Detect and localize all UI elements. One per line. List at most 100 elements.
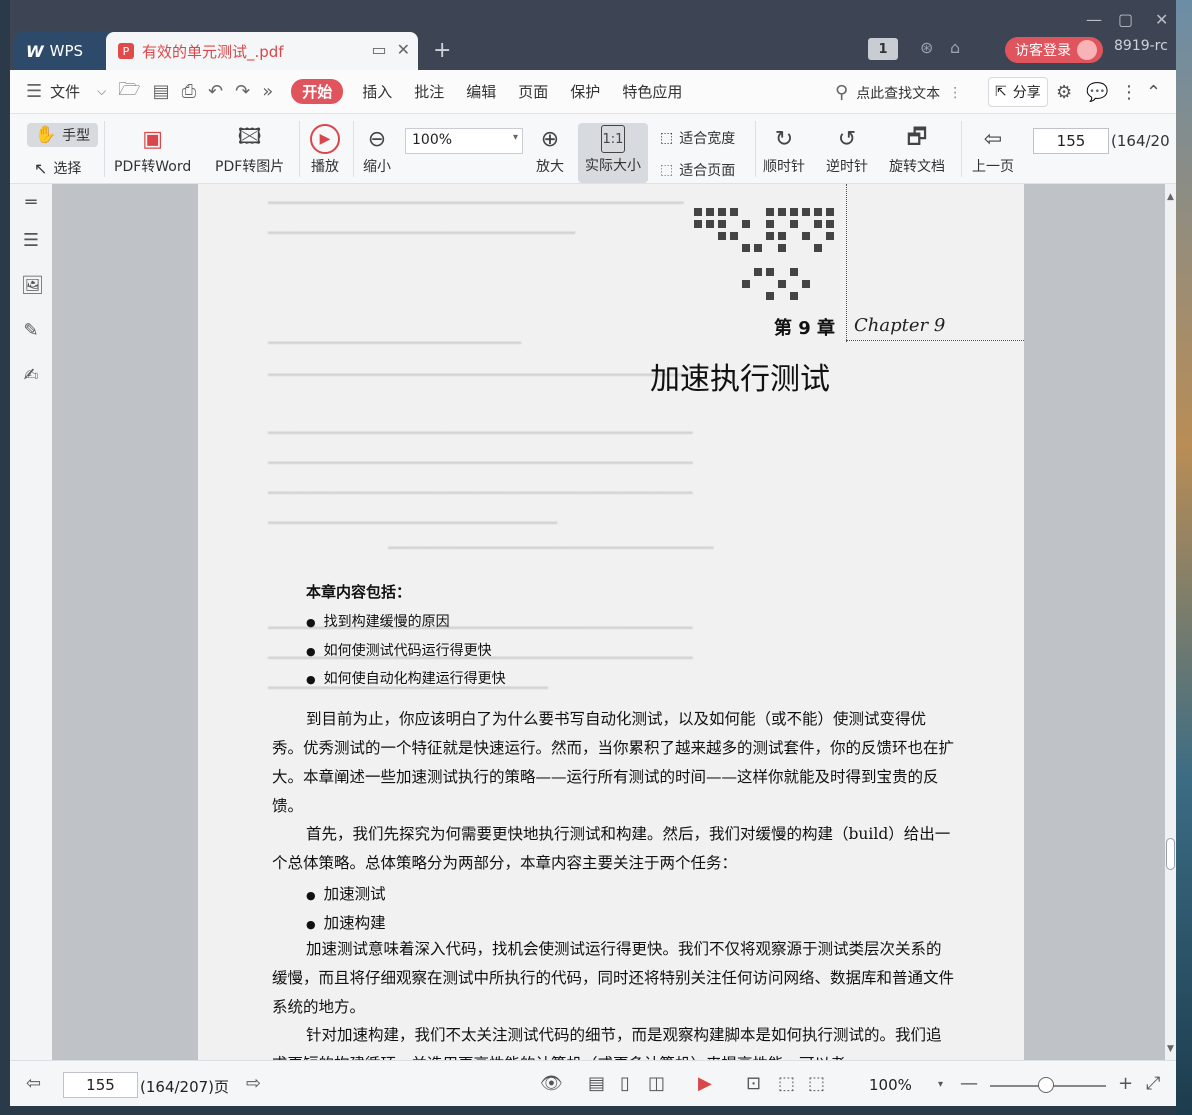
two-page-icon[interactable]: ◫ bbox=[648, 1073, 665, 1094]
hand-label: 手型 bbox=[62, 128, 91, 144]
pdf-to-image-icon: 🖾 bbox=[237, 125, 262, 150]
undo-icon[interactable]: ↶ bbox=[202, 81, 229, 102]
status-bar: ⇦ 155 (164/207)页 ⇨ 👁 ▤ ▯ ◫ ▶ ⊡ ⬚ ⬚ 100% … bbox=[10, 1060, 1176, 1106]
fit-page-icon[interactable]: ⬚ bbox=[808, 1073, 825, 1094]
vertical-scrollbar[interactable]: ▲ ▼ bbox=[1165, 184, 1176, 1060]
hand-tool-button[interactable]: ✋ 手型 bbox=[27, 123, 99, 147]
zoom-out-label: 缩小 bbox=[363, 159, 391, 175]
page-number-input[interactable]: 155 bbox=[1033, 128, 1109, 154]
pdf-to-word-icon: ▣ bbox=[142, 126, 164, 152]
share-label: 分享 bbox=[1012, 85, 1041, 101]
comment-icon[interactable]: 💬 bbox=[1086, 82, 1108, 103]
pdf-to-image-label: PDF转图片 bbox=[215, 159, 285, 175]
new-tab-button[interactable]: + bbox=[433, 38, 451, 63]
zoom-out-button[interactable]: ⊖ 缩小 bbox=[362, 124, 392, 176]
monitor-icon[interactable]: ▭ bbox=[371, 40, 386, 59]
scrollbar-thumb[interactable] bbox=[1166, 838, 1175, 870]
prev-page-icon[interactable]: ⇦ bbox=[26, 1073, 41, 1094]
document-view[interactable]: ━━━━━━━━━━━━━━━━━━━━━━━━━━━━━━━━━━━━━━━━… bbox=[52, 184, 1165, 1060]
search-icon: ⚲ bbox=[835, 82, 849, 103]
fit-page-button[interactable]: ⬚ 适合页面 bbox=[660, 160, 735, 180]
thumbnail-icon[interactable]: 🖼 bbox=[21, 275, 44, 296]
fit-width-icon[interactable]: ⬚ bbox=[778, 1073, 795, 1094]
chevron-down-icon[interactable]: ⌵ bbox=[91, 84, 112, 99]
status-page-input[interactable]: 155 bbox=[63, 1072, 138, 1098]
drag-handle-icon[interactable]: ═ bbox=[21, 192, 41, 213]
menu-annotate[interactable]: 批注 bbox=[403, 81, 455, 102]
find-text[interactable]: ⚲ 点此查找文本 ⋮ bbox=[835, 82, 962, 103]
zoom-dropdown-icon[interactable]: ▾ bbox=[938, 1079, 943, 1090]
annotation-icon[interactable]: ✎ bbox=[21, 320, 41, 341]
menu-insert[interactable]: 插入 bbox=[351, 81, 403, 102]
continuous-view-icon[interactable]: ▤ bbox=[588, 1073, 605, 1094]
tab-document-label: 有效的单元测试_.pdf bbox=[142, 42, 284, 61]
select-tool-button[interactable]: ↖ 选择 bbox=[34, 158, 81, 178]
save-icon[interactable]: ▤ bbox=[147, 81, 176, 102]
clockwise-label: 顺时针 bbox=[763, 159, 805, 175]
pdf-to-image-button[interactable]: 🖾 PDF转图片 bbox=[215, 124, 284, 176]
shirt-icon[interactable]: ⌂ bbox=[950, 38, 960, 57]
actual-size-button[interactable]: 1:1 实际大小 bbox=[578, 123, 648, 183]
next-page-icon[interactable]: ⇨ bbox=[246, 1073, 261, 1094]
minimize-icon[interactable]: — bbox=[1086, 10, 1102, 29]
zoom-select[interactable]: 100% ▾ bbox=[405, 128, 523, 154]
play-button[interactable]: ▶ 播放 bbox=[310, 124, 340, 176]
menu-edit[interactable]: 编辑 bbox=[455, 81, 507, 102]
zoom-slider-knob[interactable] bbox=[1038, 1077, 1054, 1093]
menu-start[interactable]: 开始 bbox=[291, 79, 344, 104]
skin-icon[interactable]: ⊛ bbox=[920, 38, 933, 57]
fit-width-button[interactable]: ⬚ 适合宽度 bbox=[660, 128, 735, 148]
tab-wps-home[interactable]: W WPS bbox=[14, 32, 116, 70]
gear-icon[interactable]: ⚙ bbox=[1056, 82, 1072, 103]
prev-page-button[interactable]: ⇦ 上一页 bbox=[972, 124, 1014, 176]
pdf-to-word-button[interactable]: ▣ PDF转Word bbox=[114, 124, 191, 176]
menu-file[interactable]: 文件 bbox=[48, 81, 91, 102]
hamburger-icon[interactable]: ☰ bbox=[10, 81, 48, 102]
close-tab-icon[interactable]: ✕ bbox=[397, 40, 410, 59]
zoom-in-icon[interactable]: + bbox=[1118, 1073, 1133, 1094]
pdf-page: ━━━━━━━━━━━━━━━━━━━━━━━━━━━━━━━━━━━━━━━━… bbox=[198, 184, 1024, 1060]
outline-icon[interactable]: ☰ bbox=[21, 230, 41, 251]
fullscreen-icon[interactable]: ⤢ bbox=[1146, 1073, 1160, 1094]
open-folder-icon[interactable]: 🗁 bbox=[112, 77, 146, 107]
more-chevron-icon[interactable]: » bbox=[256, 81, 279, 102]
share-button[interactable]: ⇱ 分享 bbox=[988, 77, 1048, 107]
close-window-icon[interactable]: ✕ bbox=[1155, 10, 1168, 29]
maximize-icon[interactable]: ▢ bbox=[1118, 10, 1133, 29]
zoom-out-icon[interactable]: — bbox=[960, 1073, 978, 1094]
share-icon: ⇱ bbox=[995, 84, 1007, 100]
actual-size-icon[interactable]: ⊡ bbox=[746, 1073, 761, 1094]
single-page-icon[interactable]: ▯ bbox=[620, 1073, 630, 1094]
rotate-clockwise-button[interactable]: ↻ 顺时针 bbox=[763, 124, 805, 176]
page-count: (164/20 bbox=[1111, 132, 1170, 150]
rotate-counter-button[interactable]: ↺ 逆时针 bbox=[826, 124, 868, 176]
more-icon[interactable]: ⋮ bbox=[1120, 82, 1138, 103]
window-count-badge[interactable]: 1 bbox=[868, 38, 898, 60]
contents-item: 找到构建缓慢的原因 bbox=[306, 611, 450, 631]
menu-protect[interactable]: 保护 bbox=[559, 81, 611, 102]
scroll-down-icon[interactable]: ▼ bbox=[1167, 1044, 1174, 1054]
more-vertical-icon[interactable]: ⋮ bbox=[948, 85, 962, 101]
tab-wps-label: WPS bbox=[49, 42, 84, 60]
status-zoom-value[interactable]: 100% bbox=[869, 1076, 912, 1094]
menu-bar: ☰ 文件 ⌵ 🗁 ▤ ⎙ ↶ ↷ » 开始 插入 批注 编辑 页面 保护 特色应… bbox=[10, 70, 1176, 114]
zoom-in-button[interactable]: ⊕ 放大 bbox=[535, 124, 565, 176]
play-icon: ▶ bbox=[310, 124, 340, 154]
scroll-up-icon[interactable]: ▲ bbox=[1167, 192, 1174, 202]
print-icon[interactable]: ⎙ bbox=[176, 81, 202, 102]
menu-page[interactable]: 页面 bbox=[507, 81, 559, 102]
task-item: 加速构建 bbox=[306, 911, 386, 933]
collapse-icon[interactable]: ⌃ bbox=[1146, 82, 1161, 103]
login-button[interactable]: 访客登录 bbox=[1005, 37, 1103, 63]
zoom-out-icon: ⊖ bbox=[367, 126, 387, 152]
find-text-label: 点此查找文本 bbox=[856, 85, 941, 102]
rotate-document-button[interactable]: 🗗 旋转文档 bbox=[889, 124, 945, 176]
signature-icon[interactable]: ✍ bbox=[21, 365, 41, 386]
redo-icon[interactable]: ↷ bbox=[229, 81, 256, 102]
rotate-document-icon: 🗗 bbox=[906, 125, 928, 150]
menu-special[interactable]: 特色应用 bbox=[611, 81, 693, 102]
eye-icon[interactable]: 👁 bbox=[540, 1073, 563, 1094]
paragraph: 首先，我们先探究为何需要更快地执行测试和构建。然后，我们对缓慢的构建（build… bbox=[272, 825, 951, 872]
play-icon[interactable]: ▶ bbox=[698, 1073, 712, 1094]
tab-document[interactable]: P 有效的单元测试_.pdf ▭ ✕ bbox=[106, 32, 418, 70]
